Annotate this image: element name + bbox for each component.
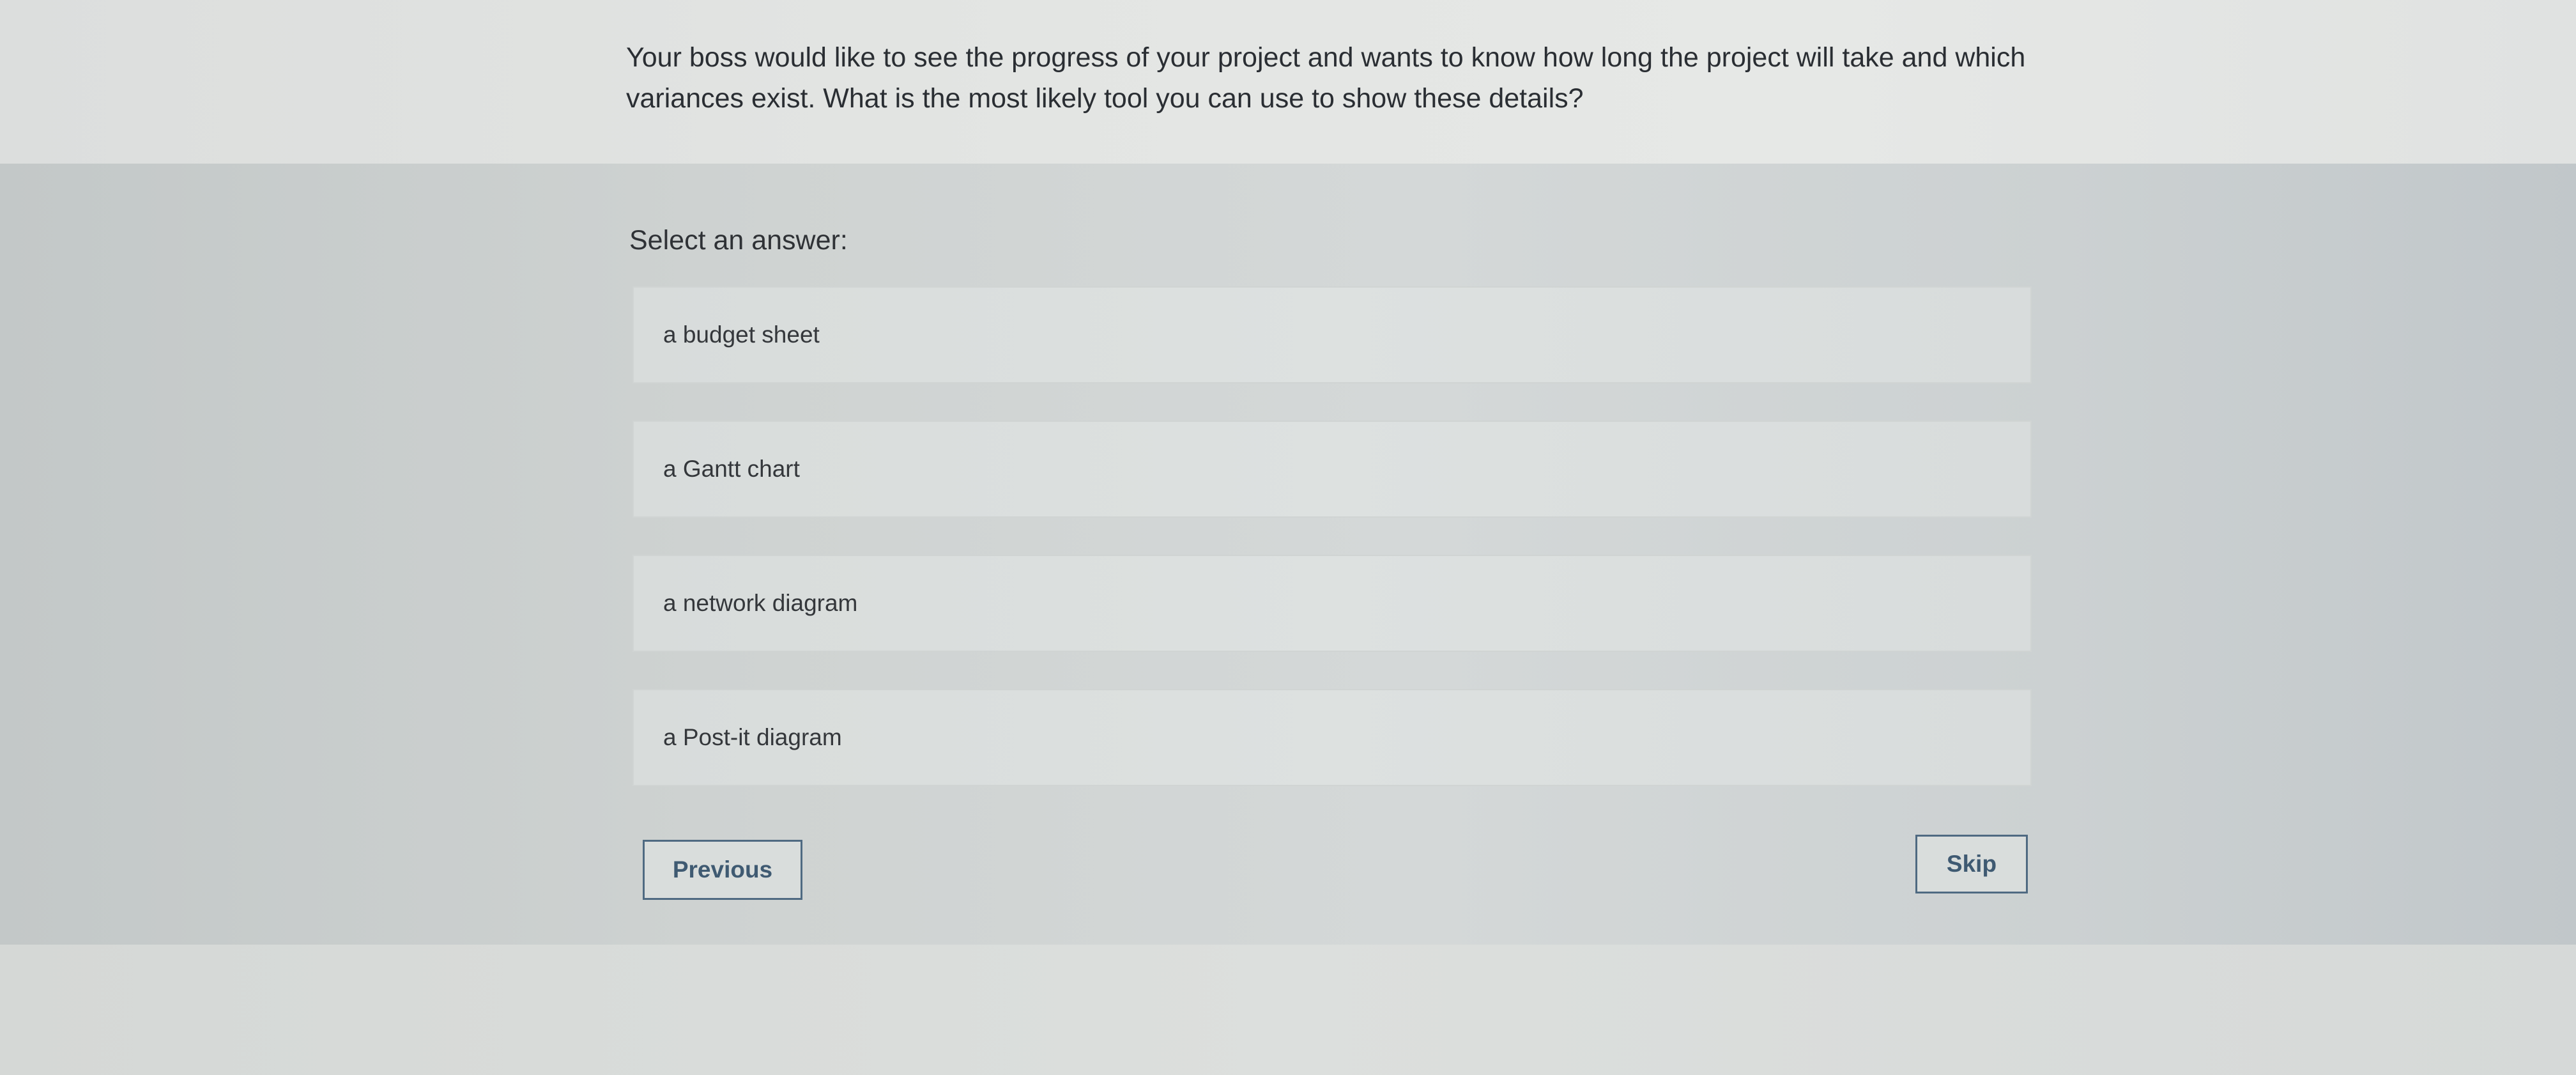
answer-option-label: a budget sheet [663, 321, 820, 348]
answer-option-label: a Gantt chart [663, 456, 800, 482]
answer-option-post-it-diagram[interactable]: a Post-it diagram [632, 689, 2032, 786]
answer-options: a budget sheet a Gantt chart a network d… [632, 286, 2032, 823]
answer-option-gantt-chart[interactable]: a Gantt chart [632, 421, 2032, 518]
footer-area [0, 945, 2576, 1075]
select-answer-prompt: Select an answer: [629, 225, 848, 256]
answer-option-label: a Post-it diagram [663, 724, 842, 750]
previous-button[interactable]: Previous [643, 840, 802, 900]
question-text: Your boss would like to see the progress… [626, 42, 2026, 114]
answer-option-budget-sheet[interactable]: a budget sheet [632, 286, 2032, 383]
skip-button[interactable]: Skip [1915, 835, 2028, 893]
answer-option-label: a network diagram [663, 590, 858, 616]
answer-option-network-diagram[interactable]: a network diagram [632, 555, 2032, 652]
